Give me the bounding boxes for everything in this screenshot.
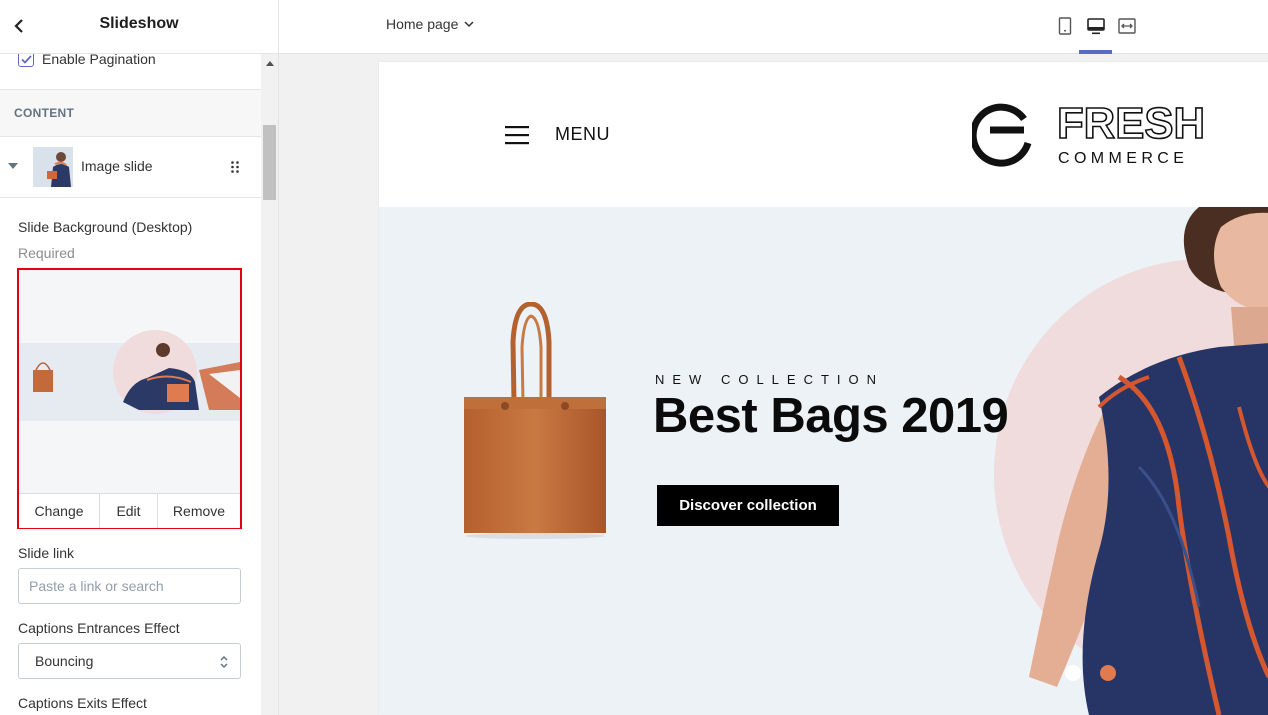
sidebar-scrollbar[interactable] [261,54,278,715]
storefront-preview: MENU FRESH COMMERCE NEW COLLECTION Best … [379,62,1268,715]
block-image-slide[interactable]: Image slide [0,137,261,198]
store-header: MENU FRESH COMMERCE [379,62,1268,207]
mobile-icon [1058,17,1072,35]
image-picker[interactable]: Change Edit Remove [17,268,242,529]
enable-pagination-checkbox[interactable] [18,54,34,67]
menu-label: MENU [555,124,610,144]
svg-text:FRESH: FRESH [1057,100,1205,148]
hero-slide: NEW COLLECTION Best Bags 2019 Discover c… [379,207,1268,715]
slide-link-input[interactable] [18,568,241,604]
section-header-content: CONTENT [0,90,261,137]
edit-image-button[interactable]: Edit [100,494,158,528]
enable-pagination-row: Enable Pagination [0,54,261,90]
image-picker-actions: Change Edit Remove [19,493,240,528]
caret-down-icon[interactable] [8,163,18,169]
change-image-button[interactable]: Change [19,494,100,528]
store-logo[interactable]: FRESH COMMERCE [972,100,1212,170]
model-image [1029,207,1268,715]
full-width-icon [1118,18,1136,34]
logo-wordmark: FRESH COMMERCE [1057,100,1206,167]
scrollbar-thumb[interactable] [263,125,276,200]
logo-mark-icon [972,103,1032,167]
scroll-up-arrow-icon[interactable] [261,54,278,72]
captions-entrance-label: Captions Entrances Effect [18,620,180,636]
page-selector[interactable]: Home page [386,14,474,34]
desktop-icon [1087,17,1105,34]
required-hint: Required [18,245,75,261]
remove-image-button[interactable]: Remove [158,494,240,528]
captions-exit-label: Captions Exits Effect [18,695,147,711]
discover-collection-button[interactable]: Discover collection [657,485,839,526]
chevron-down-icon [464,20,474,27]
svg-text:COMMERCE: COMMERCE [1058,150,1188,167]
section-header-label: CONTENT [14,106,75,120]
sidebar-scroll-area: Enable Pagination CONTENT Image slide Sl… [0,54,261,715]
theme-editor-sidebar: Slideshow Enable Pagination CONTENT Imag… [0,0,279,715]
drag-handle-icon[interactable] [230,160,240,174]
page-selector-label: Home page [386,16,459,32]
hamburger-icon [505,126,529,145]
desktop-view-button[interactable] [1084,14,1108,38]
checkmark-icon [20,54,32,64]
block-thumbnail [33,147,73,187]
editor-topbar: Home page [279,0,1268,54]
captions-entrance-select[interactable]: Bouncing [18,643,241,679]
active-device-indicator [1079,50,1112,54]
bag-image [464,302,606,539]
slide-link-label: Slide link [18,545,75,561]
image-preview [19,270,240,493]
hero-headline: Best Bags 2019 [653,389,1009,443]
pagination-dot-2[interactable] [1100,665,1116,681]
mobile-view-button[interactable] [1053,14,1077,38]
enable-pagination-label: Enable Pagination [42,54,156,67]
sidebar-header: Slideshow [0,0,278,54]
hero-eyebrow: NEW COLLECTION [655,372,885,387]
sidebar-title: Slideshow [99,15,179,32]
slide-background-label: Slide Background (Desktop) [18,219,193,235]
menu-button[interactable]: MENU [505,124,615,148]
full-width-view-button[interactable] [1115,14,1139,38]
block-label: Image slide [81,158,153,174]
pagination-dot-1[interactable] [1065,665,1081,681]
select-arrows-icon [220,655,228,669]
captions-entrance-value: Bouncing [35,653,94,669]
